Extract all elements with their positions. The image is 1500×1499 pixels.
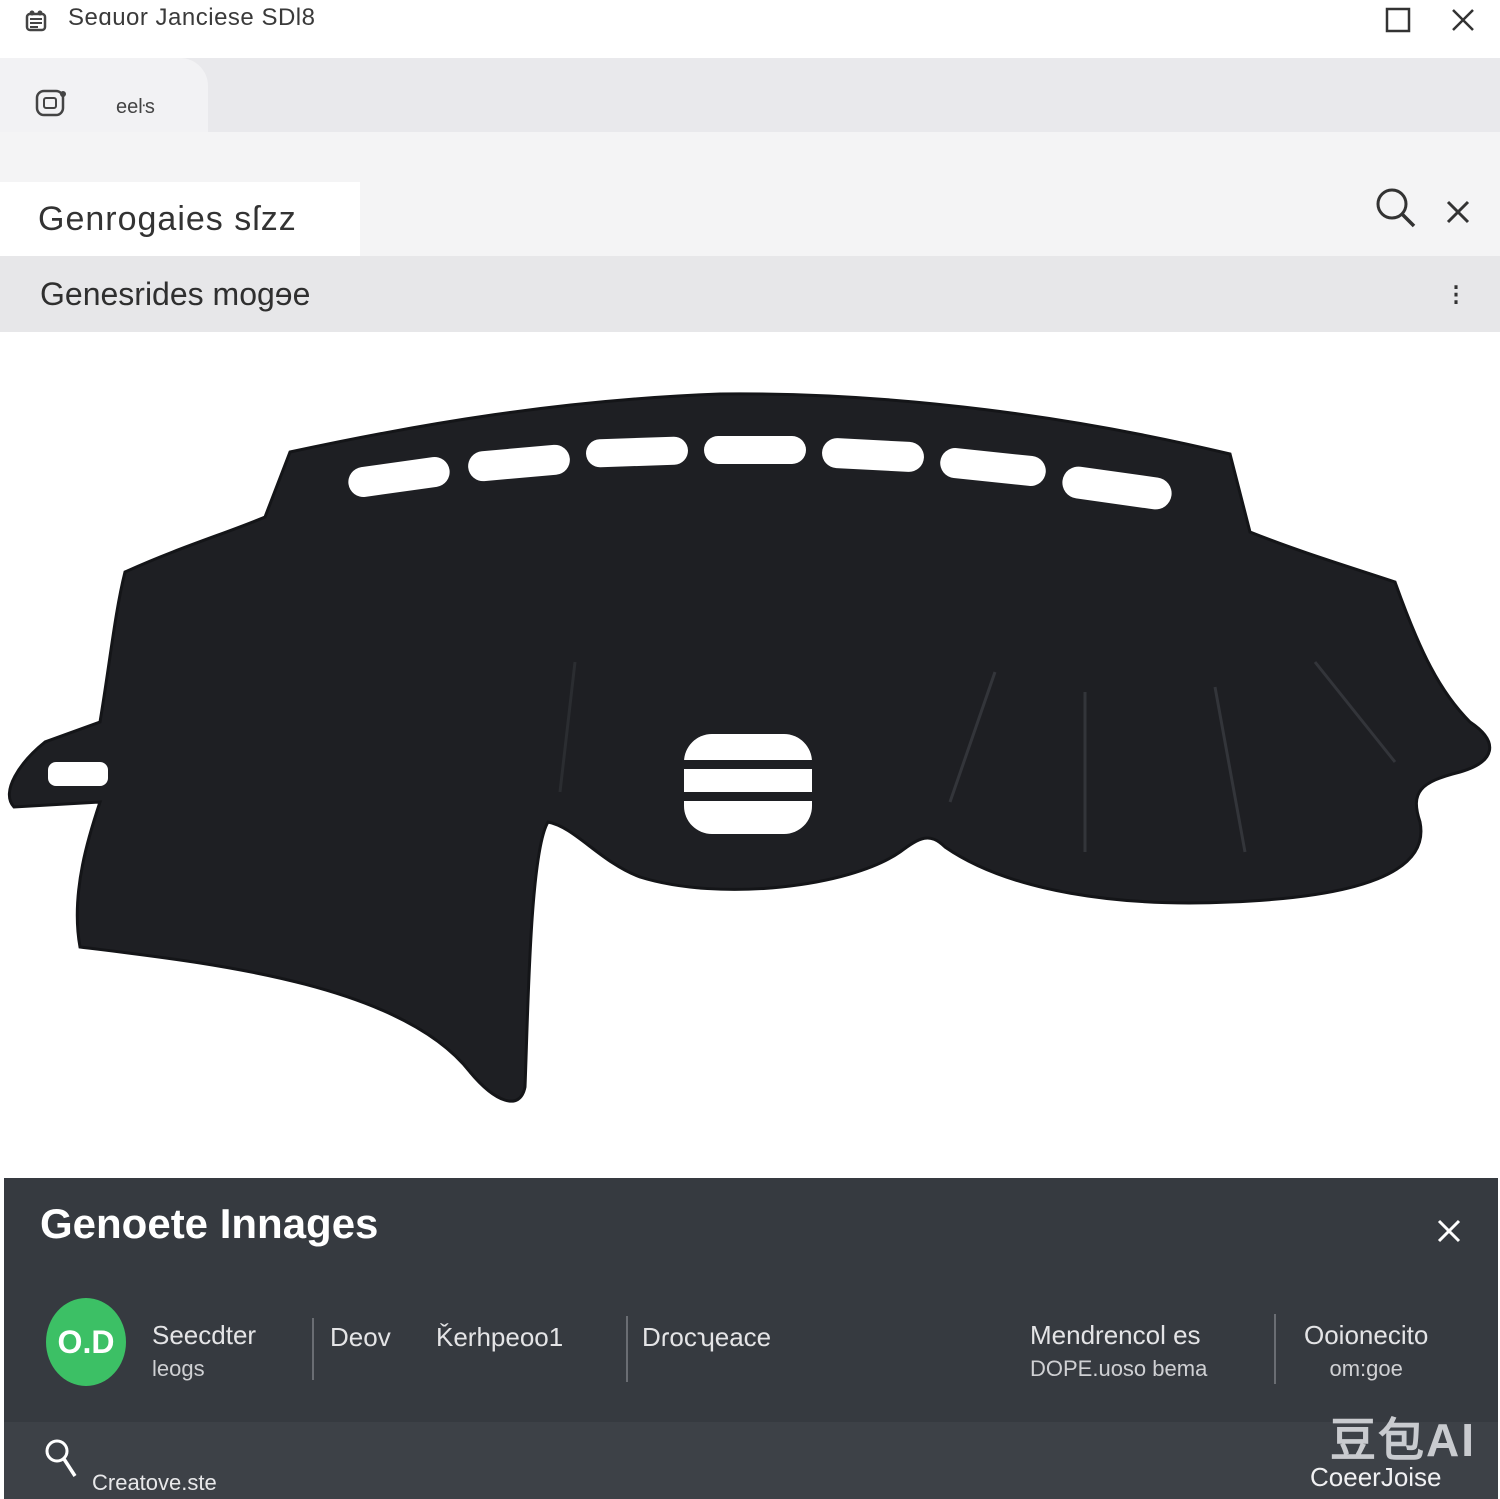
option-label: Ooionecito bbox=[1304, 1320, 1429, 1350]
option-label: Dɾocʮeace bbox=[642, 1322, 772, 1352]
section-title: Genesrides mogɘe bbox=[40, 276, 311, 312]
center-vent bbox=[684, 734, 812, 834]
divider bbox=[1274, 1314, 1276, 1384]
dashboard-mat-image bbox=[7, 392, 1492, 1103]
maximize-button[interactable] bbox=[1378, 4, 1418, 36]
panel-title: Genoete Innages bbox=[40, 1200, 379, 1247]
close-icon bbox=[1452, 9, 1474, 31]
generate-images-panel: Genoete Innages O.D Seecdter leogs Deov … bbox=[4, 1178, 1498, 1499]
search-input[interactable]: Genrogaies sſzz bbox=[0, 182, 360, 256]
option-sublabel: leogs bbox=[152, 1356, 205, 1381]
watermark-logo: 豆包AI bbox=[1330, 1414, 1476, 1466]
option-label: Deov bbox=[330, 1322, 391, 1352]
divider bbox=[626, 1316, 628, 1382]
maximize-icon bbox=[1385, 7, 1411, 33]
avatar[interactable]: O.D bbox=[46, 1298, 126, 1386]
window-close-button[interactable] bbox=[1443, 4, 1483, 36]
option-selected-images[interactable]: Seecdter leogs bbox=[152, 1318, 256, 1386]
image-tab-icon bbox=[35, 89, 66, 117]
side-slot bbox=[48, 762, 108, 786]
option-5[interactable]: Mendrencol es DOPE.uoso bema bbox=[1030, 1318, 1207, 1386]
bottom-right-label[interactable]: CoeerJoise bbox=[1310, 1462, 1442, 1493]
image-viewer[interactable] bbox=[0, 332, 1500, 1178]
divider bbox=[312, 1318, 314, 1380]
option-4[interactable]: Dɾocʮeace bbox=[642, 1320, 771, 1354]
panel-bottom-bar bbox=[4, 1422, 1498, 1499]
option-label: Seecdter bbox=[152, 1320, 257, 1350]
tab-images[interactable]: eeŀs bbox=[0, 58, 208, 132]
option-6[interactable]: Ooionecito om:goe bbox=[1304, 1318, 1428, 1386]
option-sublabel: om:goe bbox=[1329, 1356, 1403, 1381]
option-3[interactable]: Ǩerhpeoo1 bbox=[436, 1320, 563, 1354]
tab-strip: eeŀs bbox=[0, 58, 1500, 132]
close-icon bbox=[1446, 200, 1470, 224]
clear-search-button[interactable] bbox=[1440, 194, 1476, 230]
option-label: Ǩerhpeoo1 bbox=[436, 1322, 564, 1352]
more-options-button[interactable]: ⁝ bbox=[1440, 276, 1472, 316]
search-button[interactable] bbox=[1374, 186, 1418, 230]
title-bar: Seɑuor Janciese SDl8 bbox=[0, 0, 1500, 56]
app-icon bbox=[25, 10, 47, 32]
tab-label: eeŀs bbox=[116, 96, 155, 118]
search-row: Genrogaies sſzz bbox=[0, 132, 1500, 256]
option-2[interactable]: Deov bbox=[330, 1320, 391, 1354]
create-label[interactable]: Creatove.ste bbox=[92, 1470, 217, 1496]
option-sublabel: DOPE.uoso bema bbox=[1030, 1356, 1208, 1381]
section-header: Genesrides mogɘe ⁝ bbox=[0, 256, 1500, 332]
search-icon bbox=[1376, 188, 1416, 228]
close-icon bbox=[1437, 1219, 1461, 1243]
search-query-text: Genrogaies sſzz bbox=[38, 200, 297, 238]
search-icon[interactable] bbox=[44, 1438, 78, 1480]
window-title: Seɑuor Janciese SDl8 bbox=[68, 4, 316, 31]
panel-close-button[interactable] bbox=[1432, 1214, 1466, 1248]
option-label: Mendrencol es bbox=[1030, 1320, 1201, 1350]
